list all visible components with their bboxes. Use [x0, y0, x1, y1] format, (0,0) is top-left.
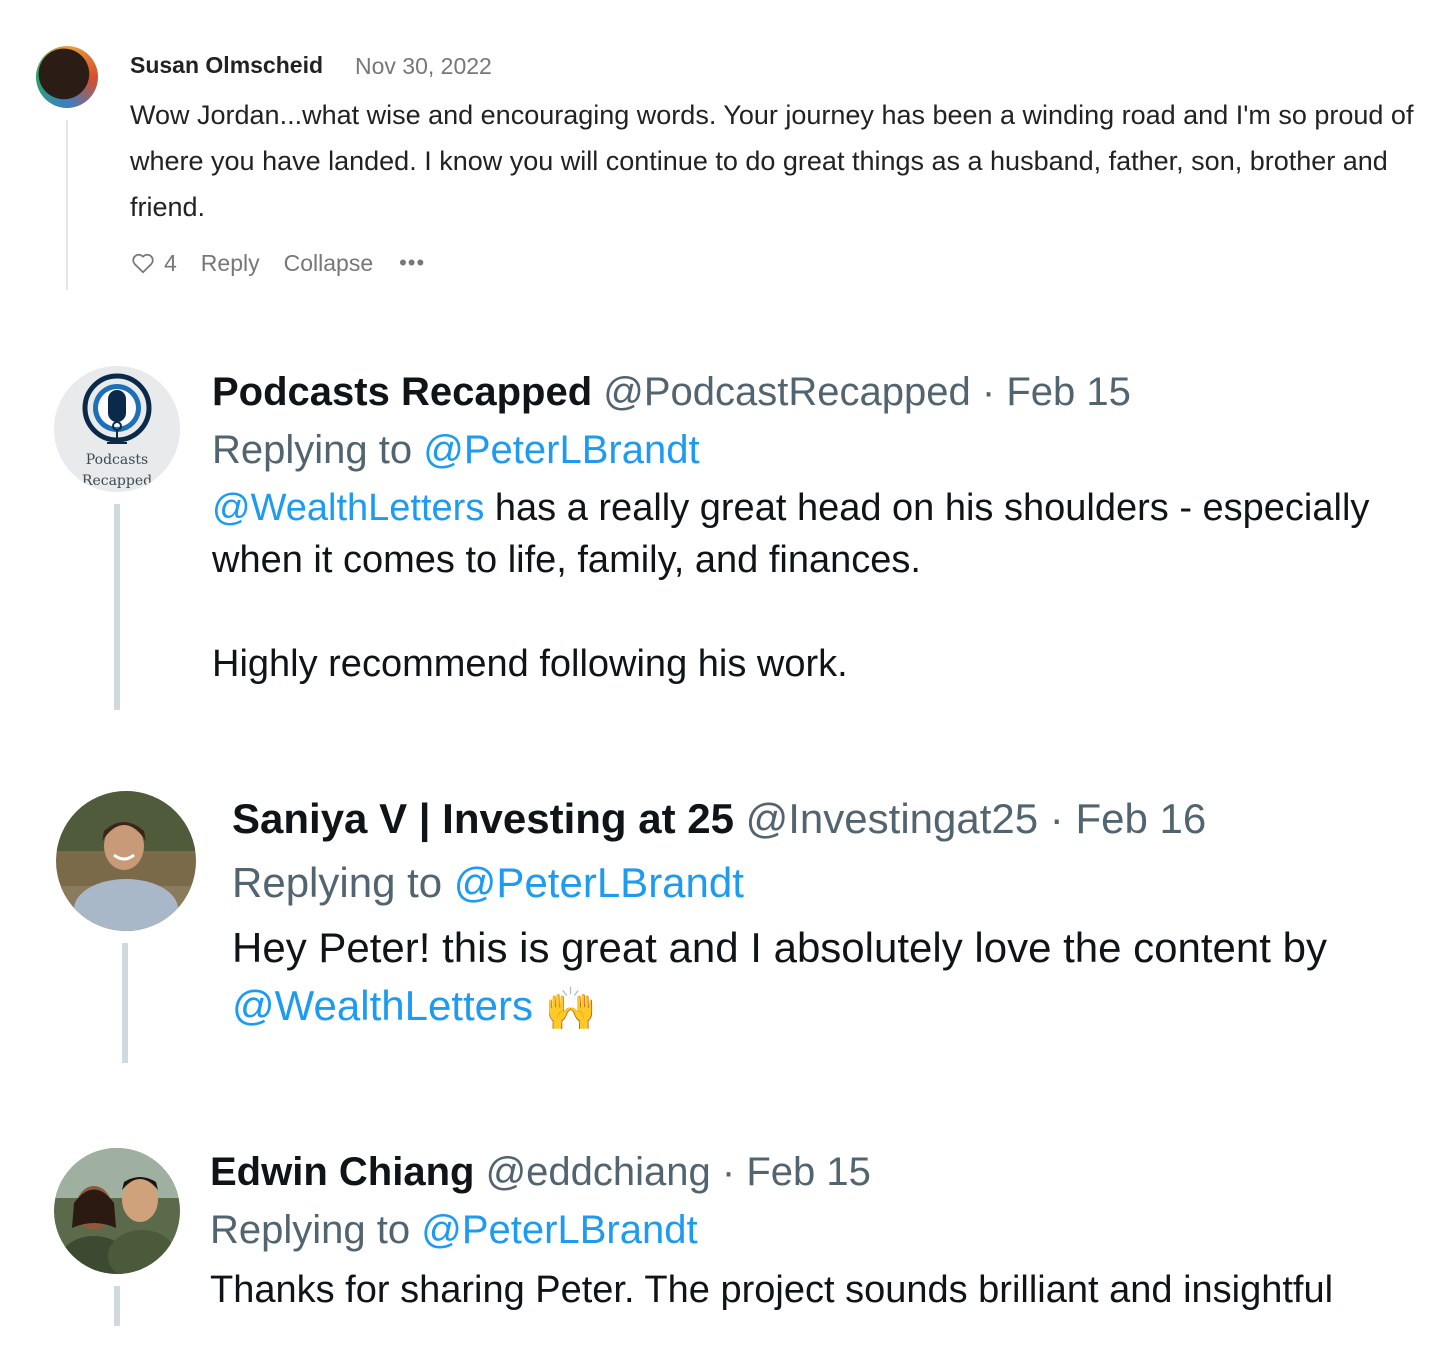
- avatar-logo-text-1: Podcasts: [86, 452, 148, 468]
- tweet-text-line: has a really great head on his shoulders…: [484, 487, 1370, 529]
- replying-mention[interactable]: @PeterLBrandt: [454, 859, 744, 906]
- podcast-logo-icon: Podcasts Recapped: [54, 366, 180, 492]
- tweet-header: Podcasts Recapped @PodcastRecapped · Feb…: [212, 370, 1131, 415]
- comment-body: Wow Jordan...what wise and encouraging w…: [130, 100, 1414, 222]
- comment-date[interactable]: Nov 30, 2022: [355, 53, 492, 80]
- separator: ·: [1049, 795, 1064, 842]
- profile-photo-icon: [56, 791, 196, 931]
- mention-link[interactable]: @WealthLetters: [232, 982, 533, 1029]
- comment: Susan Olmscheid Nov 30, 2022 Wow Jordan.…: [0, 0, 1456, 300]
- tweet: Podcasts Recapped Podcasts Recapped @Pod…: [0, 360, 1456, 720]
- tweet-text-line: when it comes to life, family, and finan…: [212, 539, 921, 581]
- display-name[interactable]: Podcasts Recapped: [212, 370, 592, 414]
- handle[interactable]: @PodcastRecapped: [603, 370, 971, 414]
- profile-photo-icon: [54, 1148, 180, 1274]
- replying-mention[interactable]: @PeterLBrandt: [423, 428, 699, 472]
- tweet-text-line: Highly recommend following his work.: [212, 643, 848, 685]
- tweet: Saniya V | Investing at 25 @Investingat2…: [0, 785, 1456, 1075]
- replying-prefix: Replying to: [232, 859, 443, 906]
- handle[interactable]: @Investingat25: [746, 795, 1038, 842]
- tweet-text: @WealthLetters has a really great head o…: [212, 482, 1369, 690]
- avatar-logo-text-2: Recapped: [82, 473, 152, 489]
- heart-icon: [132, 253, 154, 274]
- like-button[interactable]: 4: [130, 250, 177, 277]
- tweet-text-line: Hey Peter! this is great and I absolutel…: [232, 924, 1327, 971]
- thread-line: [114, 1286, 120, 1326]
- reply-button[interactable]: Reply: [201, 250, 260, 277]
- avatar[interactable]: [54, 1148, 180, 1274]
- thread-line: [114, 504, 120, 710]
- replying-prefix: Replying to: [210, 1208, 411, 1252]
- tweet-header: Saniya V | Investing at 25 @Investingat2…: [232, 795, 1206, 843]
- avatar[interactable]: Podcasts Recapped: [54, 366, 180, 492]
- avatar[interactable]: [36, 46, 98, 108]
- like-count: 4: [164, 249, 177, 276]
- comment-actions: 4 Reply Collapse •••: [130, 246, 425, 280]
- thread-line: [122, 943, 128, 1063]
- separator: ·: [721, 1150, 736, 1194]
- tweet-date[interactable]: Feb 16: [1075, 795, 1206, 842]
- replying-to: Replying to @PeterLBrandt: [212, 428, 700, 473]
- tweet: Edwin Chiang @eddchiang · Feb 15 Replyin…: [0, 1140, 1456, 1356]
- replying-prefix: Replying to: [212, 428, 413, 472]
- tweet-date[interactable]: Feb 15: [1006, 370, 1131, 414]
- replying-to: Replying to @PeterLBrandt: [210, 1208, 698, 1253]
- handle[interactable]: @eddchiang: [486, 1150, 711, 1194]
- avatar[interactable]: [56, 791, 196, 931]
- replying-mention[interactable]: @PeterLBrandt: [421, 1208, 697, 1252]
- collapse-button[interactable]: Collapse: [284, 250, 374, 277]
- separator: ·: [981, 370, 996, 414]
- tweet-text-line: Thanks for sharing Peter. The project so…: [210, 1269, 1334, 1311]
- replying-to: Replying to @PeterLBrandt: [232, 859, 744, 907]
- tweet-header: Edwin Chiang @eddchiang · Feb 15: [210, 1150, 871, 1195]
- raising-hands-emoji: 🙌: [544, 984, 597, 1032]
- display-name[interactable]: Saniya V | Investing at 25: [232, 795, 734, 842]
- mention-link[interactable]: @WealthLetters: [212, 487, 484, 529]
- comment-author[interactable]: Susan Olmscheid: [130, 52, 323, 79]
- tweet-date[interactable]: Feb 15: [746, 1150, 871, 1194]
- thread-line[interactable]: [66, 120, 68, 290]
- display-name[interactable]: Edwin Chiang: [210, 1150, 474, 1194]
- tweet-text: Thanks for sharing Peter. The project so…: [210, 1264, 1333, 1316]
- tweet-text: Hey Peter! this is great and I absolutel…: [232, 919, 1327, 1038]
- more-options-icon[interactable]: •••: [399, 250, 425, 276]
